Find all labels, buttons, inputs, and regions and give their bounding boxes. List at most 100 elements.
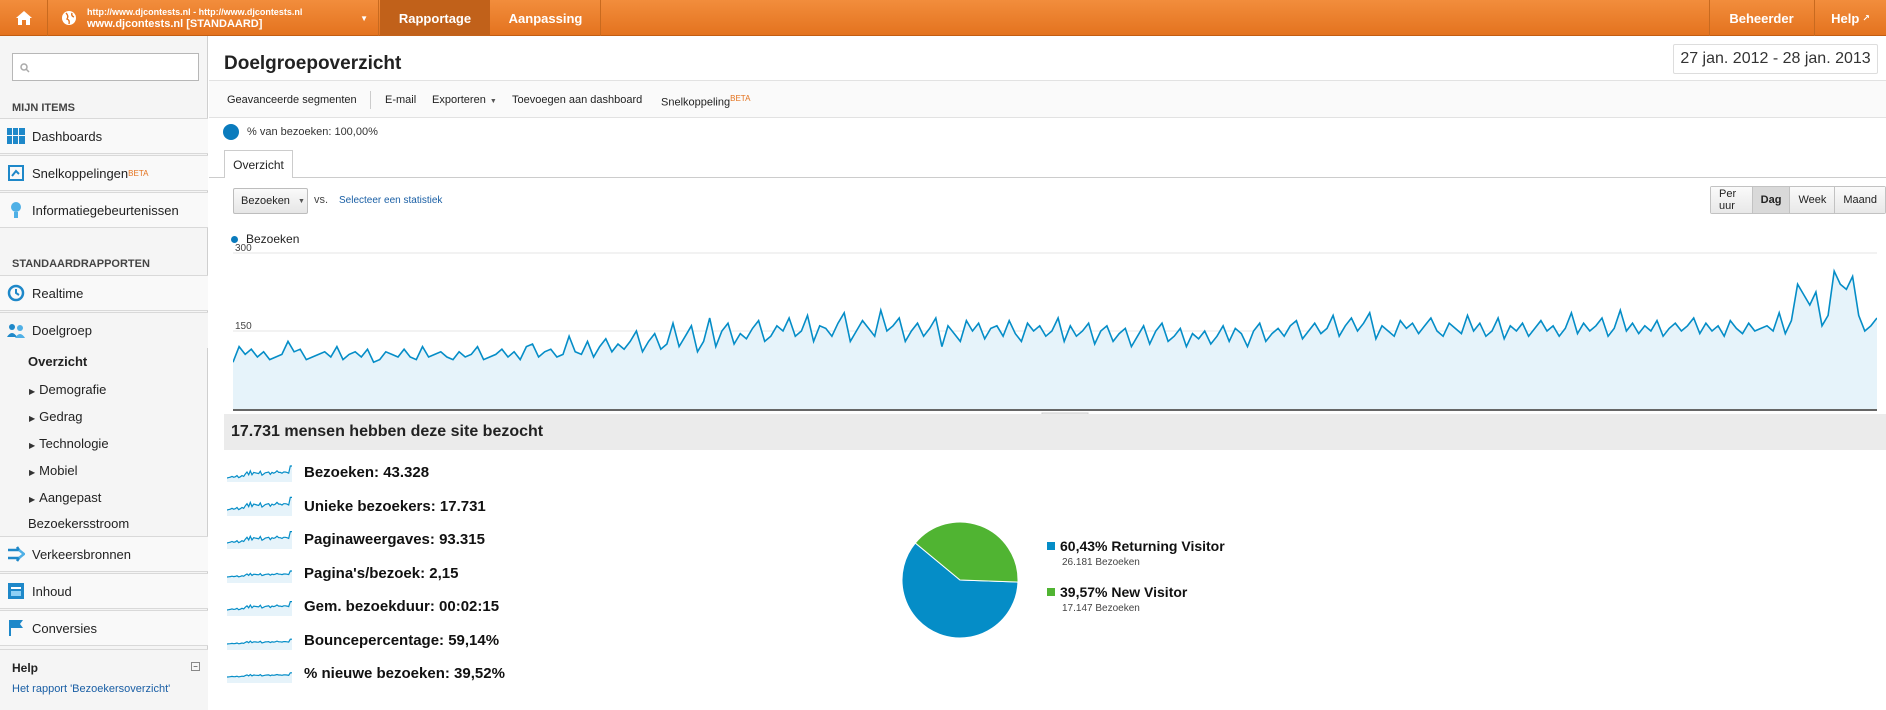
sidebar-sub-bezoekersstroom[interactable]: Bezoekersstroom — [28, 516, 129, 531]
toolbar-divider — [370, 91, 371, 109]
y-tick-label: 300 — [235, 243, 252, 254]
sidebar-sub-overzicht[interactable]: Overzicht — [28, 354, 87, 369]
legend-swatch — [1047, 542, 1055, 550]
home-button[interactable] — [0, 0, 48, 36]
stat-row: % nieuwe bezoeken: 39,52% — [227, 663, 505, 683]
select-statistic-link[interactable]: Selecteer een statistiek — [339, 195, 442, 206]
granularity-per-uur[interactable]: Per uur — [1711, 187, 1752, 213]
sparkline — [227, 531, 292, 549]
sparkline — [227, 496, 292, 516]
sparkline-area — [227, 639, 292, 650]
pie-legend-new: 39,57% New Visitor 17.147 Bezoeken — [1047, 584, 1187, 614]
pie-label: Returning Visitor — [1111, 538, 1225, 554]
tab-overzicht[interactable]: Overzicht — [224, 150, 293, 178]
users-icon — [7, 323, 25, 338]
nav-beheerder[interactable]: Beheerder — [1709, 0, 1813, 36]
tab-divider — [209, 177, 1886, 178]
nav-rapportage[interactable]: Rapportage — [380, 0, 490, 36]
sidebar-item-snelkoppelingen[interactable]: Snelkoppelingen BETA — [0, 155, 208, 191]
sidebar-item-informatiegebeurtenissen[interactable]: Informatiegebeurtenissen — [0, 192, 208, 228]
search-icon — [20, 63, 30, 73]
sidebar-item-label: Informatiegebeurtenissen — [32, 202, 179, 218]
segment-indicator: % van bezoeken: 100,00% — [223, 124, 378, 140]
date-range-picker[interactable]: 27 jan. 2012 - 28 jan. 2013 — [1673, 44, 1878, 74]
sidebar-sub-label: Mobiel — [39, 463, 78, 478]
caret-right-icon: ▶ — [29, 441, 36, 450]
top-bar: http://www.djcontests.nl - http://www.dj… — [0, 0, 1886, 36]
chevron-down-icon: ▼ — [489, 98, 497, 105]
y-tick-label: 150 — [235, 321, 252, 332]
sparkline-area — [227, 497, 292, 516]
sidebar-item-dashboards[interactable]: Dashboards — [0, 118, 208, 154]
pie-pct: 39,57% — [1060, 584, 1108, 600]
sidebar-item-conversies[interactable]: Conversies — [0, 610, 208, 646]
caret-right-icon: ▶ — [29, 387, 36, 396]
granularity-maand[interactable]: Maand — [1834, 187, 1885, 213]
stat-row: Pagina's/bezoek: 2,15 — [227, 563, 458, 583]
sidebar-sub-demografie[interactable]: ▶ Demografie — [29, 382, 106, 397]
search-input[interactable] — [12, 53, 199, 81]
content-icon — [8, 583, 24, 599]
pie-sub: 26.181 Bezoeken — [1062, 557, 1140, 568]
sidebar-item-label: Realtime — [32, 285, 84, 301]
section-mijn-items: MIJN ITEMS — [12, 102, 75, 114]
sidebar-sub-technologie[interactable]: ▶ Technologie — [29, 436, 109, 451]
sparkline-area — [227, 672, 292, 683]
shortcut-button[interactable]: SnelkoppelingBETA — [661, 94, 750, 109]
sidebar-item-label: Verkeersbronnen — [32, 546, 132, 562]
export-button[interactable]: Exporteren ▼ — [432, 94, 497, 106]
help-panel: Help − Het rapport 'Bezoekersoverzicht' — [0, 649, 208, 710]
pie-pct: 60,43% — [1060, 538, 1108, 554]
email-button[interactable]: E-mail — [385, 94, 416, 106]
help-link[interactable]: Het rapport 'Bezoekersoverzicht' — [12, 683, 170, 695]
account-selector[interactable]: http://www.djcontests.nl - http://www.dj… — [49, 0, 379, 36]
stat-row: Unieke bezoekers: 17.731 — [227, 496, 486, 516]
sidebar-sub-aangepast[interactable]: ▶ Aangepast — [29, 490, 101, 505]
sidebar-item-label: Snelkoppelingen — [32, 165, 129, 181]
visits-line-chart: 300150april 2012juli 2012oktober 2012jan… — [233, 243, 1877, 426]
export-label: Exporteren — [432, 94, 486, 106]
granularity-week[interactable]: Week — [1789, 187, 1835, 213]
nav-help[interactable]: Help ↗ — [1814, 0, 1886, 36]
report-toolbar: Geavanceerde segmenten E-mail Exporteren… — [209, 80, 1886, 118]
add-to-dashboard-button[interactable]: Toevoegen aan dashboard — [512, 94, 642, 106]
granularity-toggle: Per uur Dag Week Maand — [1710, 186, 1886, 214]
sidebar-item-realtime[interactable]: Realtime — [0, 275, 208, 311]
caret-right-icon: ▶ — [29, 468, 36, 477]
stat-label: % nieuwe bezoeken: 39,52% — [304, 664, 505, 682]
stat-label: Unieke bezoekers: 17.731 — [304, 497, 486, 515]
lightbulb-icon — [11, 202, 21, 218]
beta-badge: BETA — [730, 94, 751, 103]
advanced-segments-button[interactable]: Geavanceerde segmenten — [227, 94, 357, 106]
collapse-icon[interactable]: − — [191, 662, 200, 671]
sidebar-sub-label: Aangepast — [39, 490, 102, 505]
metric-dropdown[interactable]: Bezoeken ▼ — [233, 188, 308, 214]
sidebar-item-inhoud[interactable]: Inhoud — [0, 573, 208, 609]
sidebar-item-label: Doelgroep — [32, 323, 92, 338]
sidebar-item-verkeersbronnen[interactable]: Verkeersbronnen — [0, 536, 208, 572]
page-title: Doelgroepoverzicht — [224, 53, 402, 74]
granularity-dag[interactable]: Dag — [1751, 187, 1790, 213]
main-content: Doelgroepoverzicht 27 jan. 2012 - 28 jan… — [209, 36, 1886, 710]
dashboard-icon — [7, 128, 25, 144]
shortcut-icon — [8, 165, 24, 181]
sidebar-sub-gedrag[interactable]: ▶ Gedrag — [29, 409, 83, 424]
traffic-icon — [8, 546, 25, 562]
caret-right-icon: ▶ — [29, 495, 36, 504]
shortcut-label: Snelkoppeling — [661, 96, 731, 109]
sidebar-sub-mobiel[interactable]: ▶ Mobiel — [29, 463, 77, 478]
stat-label: Bouncepercentage: 59,14% — [304, 631, 500, 649]
pie-legend-returning: 60,43% Returning Visitor 26.181 Bezoeken — [1047, 538, 1225, 568]
stat-label: Pagina's/bezoek: 2,15 — [304, 564, 459, 582]
nav-aanpassing[interactable]: Aanpassing — [491, 0, 601, 36]
stat-label: Bezoeken: 43.328 — [304, 463, 430, 481]
sidebar-sub-label: Gedrag — [39, 409, 83, 424]
visitor-type-pie-chart — [901, 521, 1019, 639]
stat-row: Paginaweergaves: 93.315 — [227, 529, 485, 549]
flag-icon — [9, 620, 23, 636]
stat-row: Bouncepercentage: 59,14% — [227, 630, 499, 650]
globe-icon — [62, 11, 76, 25]
sidebar-item-doelgroep[interactable]: Doelgroep — [0, 312, 208, 348]
segment-label: % van bezoeken: 100,00% — [247, 126, 378, 138]
section-standaardrapporten: STANDAARDRAPPORTEN — [12, 258, 150, 270]
